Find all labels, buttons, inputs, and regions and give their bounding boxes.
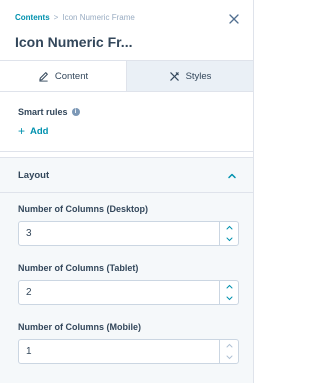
columns-mobile-stepper <box>219 340 238 363</box>
columns-tablet-increment-button[interactable] <box>220 281 238 292</box>
chevron-down-icon <box>226 237 232 242</box>
columns-desktop-stepper <box>219 222 238 245</box>
columns-tablet-decrement-button[interactable] <box>220 293 238 304</box>
layout-section-body: Number of Columns (Desktop) Number of Co… <box>0 193 253 383</box>
columns-desktop-field <box>18 221 239 246</box>
tab-content[interactable]: Content <box>0 61 127 91</box>
chevron-down-icon <box>226 296 232 301</box>
tab-styles[interactable]: Styles <box>127 61 253 91</box>
close-icon <box>229 14 239 24</box>
styles-icon <box>169 71 179 81</box>
columns-tablet-field <box>18 280 239 305</box>
breadcrumb-link-contents[interactable]: Contents <box>15 13 50 22</box>
tab-content-label: Content <box>54 70 89 82</box>
layout-section-title: Layout <box>18 170 50 181</box>
close-button[interactable] <box>227 12 241 26</box>
layout-section-toggle[interactable]: Layout <box>0 157 253 193</box>
chevron-down-icon <box>226 355 232 360</box>
chevron-up-icon <box>228 173 236 179</box>
smart-rules-label: Smart rules <box>18 107 68 117</box>
smart-rules-section: Smart rules i + Add <box>0 92 253 152</box>
columns-desktop-label: Number of Columns (Desktop) <box>18 204 149 214</box>
columns-tablet-label: Number of Columns (Tablet) <box>18 263 139 273</box>
columns-tablet-input[interactable] <box>19 281 219 304</box>
add-smart-rule-label: Add <box>30 125 49 137</box>
chevron-up-icon <box>226 225 232 230</box>
tab-bar: Content Styles <box>0 60 253 92</box>
breadcrumb: Contents > Icon Numeric Frame <box>15 13 135 22</box>
panel-header: Contents > Icon Numeric Frame Icon Numer… <box>0 0 253 60</box>
tab-styles-label: Styles <box>185 70 212 82</box>
columns-desktop-decrement-button[interactable] <box>220 234 238 245</box>
pencil-icon <box>39 71 48 82</box>
columns-mobile-field <box>18 339 239 364</box>
sidebar-panel: Contents > Icon Numeric Frame Icon Numer… <box>0 0 254 383</box>
add-smart-rule-button[interactable]: + Add <box>18 125 48 137</box>
info-icon[interactable]: i <box>71 108 80 116</box>
columns-mobile-decrement-button[interactable] <box>220 352 238 363</box>
columns-desktop-increment-button[interactable] <box>220 222 238 233</box>
breadcrumb-separator: > <box>53 13 59 22</box>
columns-mobile-input[interactable] <box>19 340 219 363</box>
columns-tablet-stepper <box>219 281 238 304</box>
plus-icon: + <box>18 124 26 138</box>
columns-mobile-label: Number of Columns (Mobile) <box>18 322 141 332</box>
columns-desktop-input[interactable] <box>19 222 219 245</box>
breadcrumb-current: Icon Numeric Frame <box>62 13 135 22</box>
chevron-up-icon <box>226 343 232 348</box>
chevron-up-icon <box>226 284 232 289</box>
smart-rules-heading: Smart rules i <box>18 107 80 117</box>
columns-mobile-increment-button[interactable] <box>220 340 238 351</box>
page-title: Icon Numeric Fr... <box>15 34 133 50</box>
